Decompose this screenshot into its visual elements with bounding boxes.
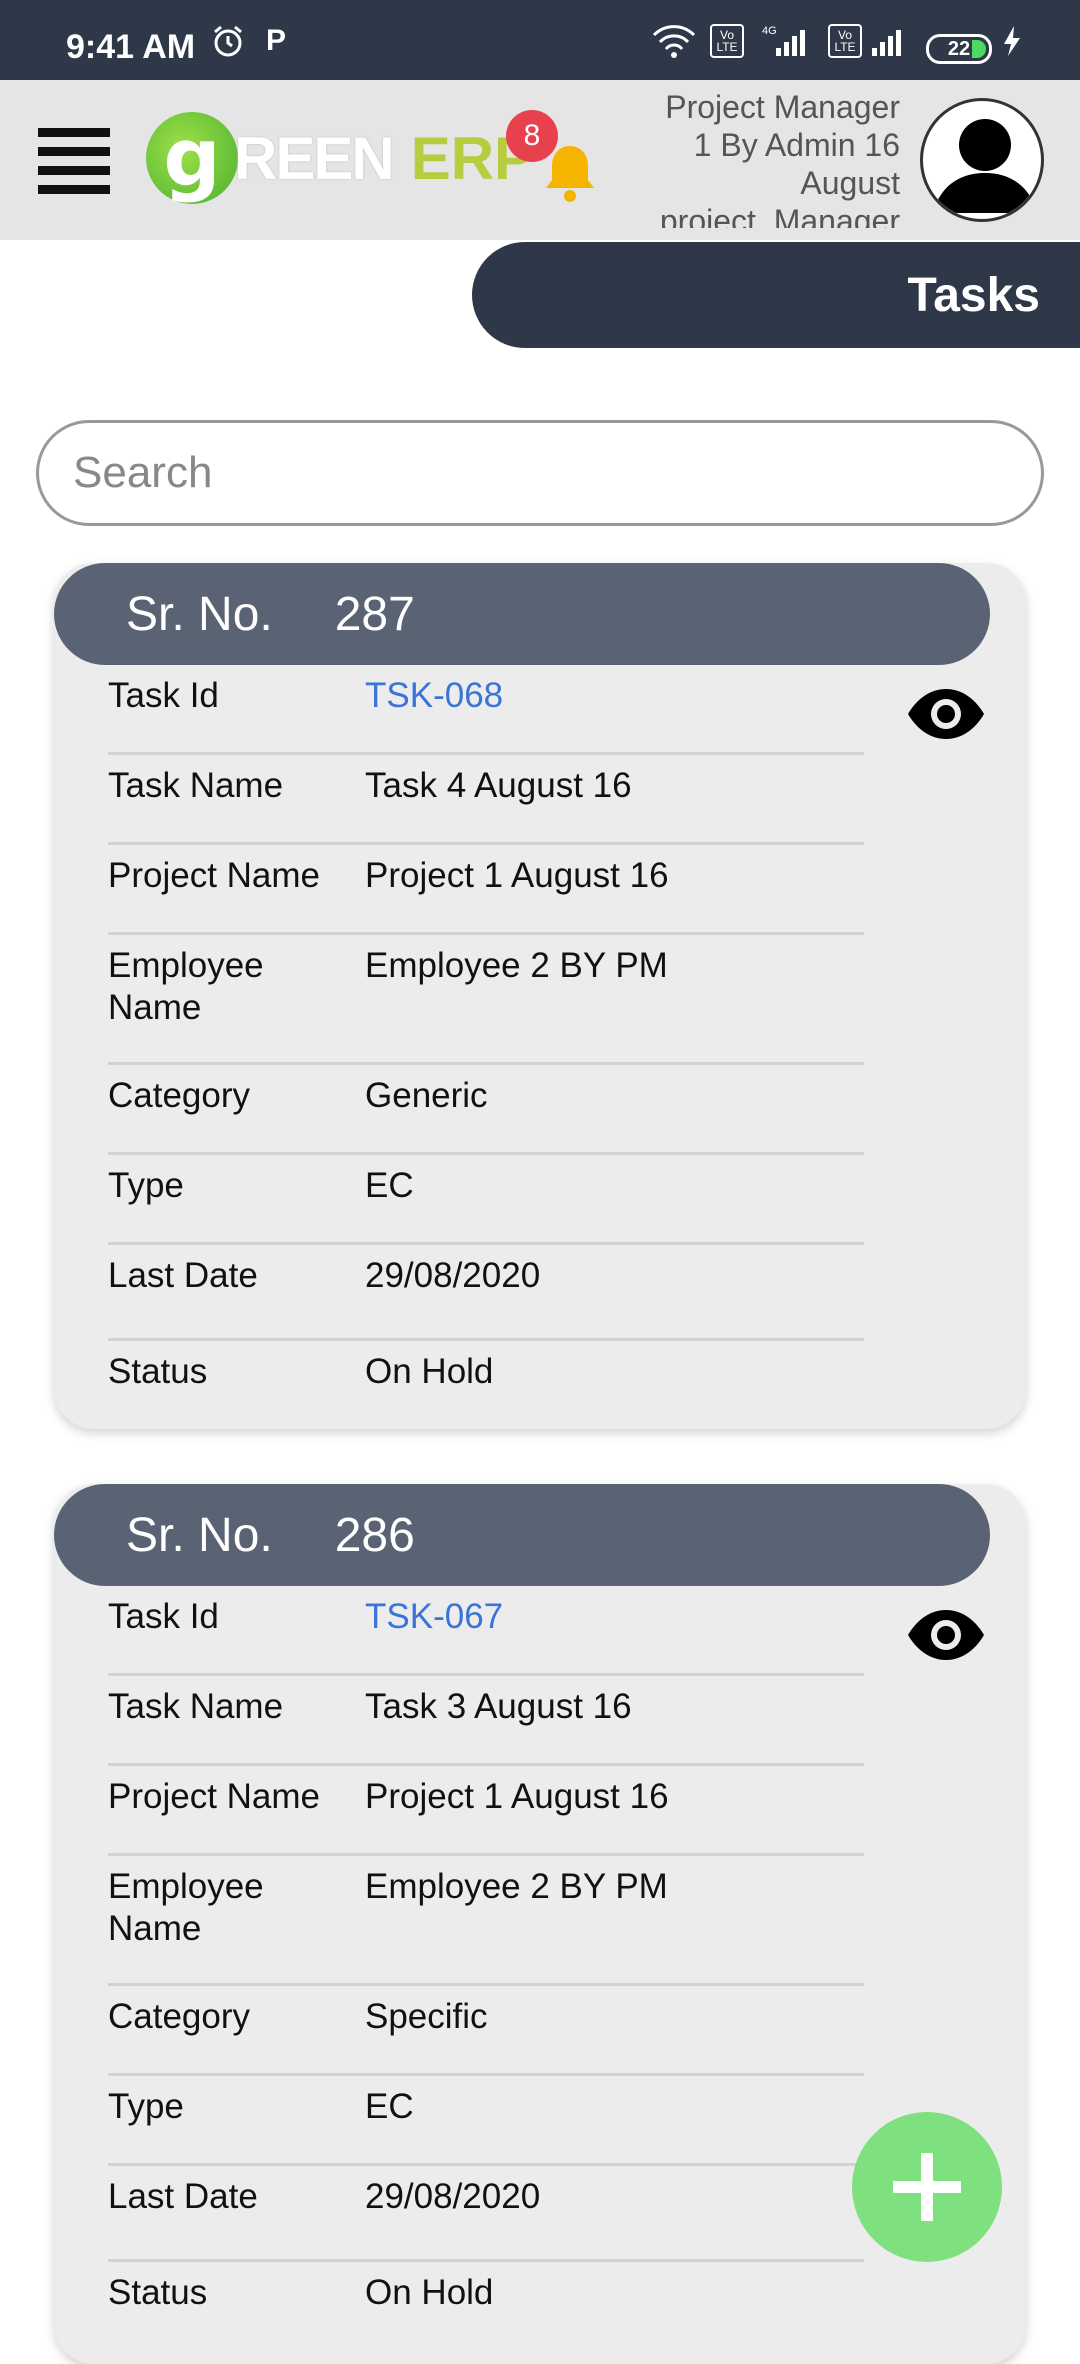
- parking-icon: P: [266, 24, 287, 57]
- alarm-icon: [210, 24, 246, 58]
- status-time: 9:41 AM: [66, 28, 196, 66]
- page-title: Tasks: [472, 242, 1080, 348]
- green-erp-logo: g REEN ERP: [146, 112, 534, 204]
- row-last-date: Last Date 29/08/2020: [108, 1245, 864, 1341]
- type-value: EC: [365, 1166, 414, 1205]
- user-info-line: project_Manager: [659, 203, 900, 228]
- view-eye-icon[interactable]: [906, 687, 986, 741]
- task-name-label: Task Name: [108, 1687, 284, 1726]
- task-name-value: Task 3 August 16: [365, 1687, 632, 1726]
- battery-percent: 22: [947, 37, 971, 60]
- task-name-label: Task Name: [108, 766, 284, 805]
- wifi-icon: [650, 24, 698, 58]
- task-name-value: Task 4 August 16: [365, 766, 632, 805]
- row-employee-name: Employee Name Employee 2 BY PM: [108, 935, 864, 1065]
- last-date-value: 29/08/2020: [365, 1256, 541, 1295]
- row-task-id: Task Id TSK-068: [108, 665, 864, 755]
- task-id-label: Task Id: [108, 1597, 219, 1636]
- row-project-name: Project Name Project 1 August 16: [108, 1766, 864, 1856]
- row-task-name: Task Name Task 3 August 16: [108, 1676, 864, 1766]
- row-category: Category Specific: [108, 1986, 864, 2076]
- row-task-id: Task Id TSK-067: [108, 1586, 864, 1676]
- category-value: Specific: [365, 1997, 488, 2036]
- srno-label: Sr. No.: [126, 1508, 273, 1562]
- volte-icon: Vo LTE: [710, 24, 744, 58]
- project-name-label: Project Name: [108, 1777, 321, 1816]
- status-label: Status: [108, 1352, 208, 1391]
- srno-value: 286: [334, 1508, 415, 1562]
- add-task-button[interactable]: [852, 2112, 1002, 2262]
- project-name-label: Project Name: [108, 856, 321, 895]
- view-eye-icon[interactable]: [906, 1608, 986, 1662]
- row-type: Type EC: [108, 2076, 864, 2166]
- last-date-label: Last Date: [108, 2177, 258, 2216]
- card-header: Sr. No. 286: [54, 1484, 990, 1586]
- row-project-name: Project Name Project 1 August 16: [108, 845, 864, 935]
- status-label: Status: [108, 2273, 208, 2312]
- task-id-link[interactable]: TSK-067: [365, 1596, 503, 1638]
- card-header: Sr. No. 287: [54, 563, 990, 665]
- project-name-value: Project 1 August 16: [365, 856, 669, 895]
- project-name-value: Project 1 August 16: [365, 1777, 669, 1816]
- task-id-link[interactable]: TSK-068: [365, 675, 503, 717]
- row-employee-name: Employee Name Employee 2 BY PM: [108, 1856, 864, 1986]
- last-date-value: 29/08/2020: [365, 2177, 541, 2216]
- row-category: Category Generic: [108, 1065, 864, 1155]
- category-value: Generic: [365, 1076, 488, 1115]
- plus-icon: [893, 2153, 961, 2221]
- row-status: Status On Hold: [108, 2262, 864, 2342]
- notification-badge: 8: [506, 110, 558, 162]
- user-info-line: Project Manager: [665, 89, 900, 125]
- avatar[interactable]: [920, 98, 1044, 222]
- battery-indicator: 22: [926, 34, 992, 64]
- user-info-line: 1 By Admin 16: [693, 127, 900, 163]
- type-label: Type: [108, 2087, 184, 2126]
- status-value: On Hold: [365, 1352, 494, 1391]
- srno-label: Sr. No.: [126, 587, 273, 641]
- charging-icon: [1000, 24, 1024, 58]
- type-value: EC: [365, 2087, 414, 2126]
- app-bar: g REEN ERP 8 Project Manager 1 By Admin …: [0, 80, 1080, 240]
- search-input[interactable]: [36, 420, 1044, 526]
- status-bar: 9:41 AM P Vo LTE 4G Vo LTE 22: [0, 0, 1080, 80]
- row-status: Status On Hold: [108, 1341, 864, 1421]
- srno-value: 287: [334, 587, 415, 641]
- menu-icon[interactable]: [38, 128, 110, 194]
- employee-name-value: Employee 2 BY PM: [365, 1867, 668, 1906]
- row-task-name: Task Name Task 4 August 16: [108, 755, 864, 845]
- category-label: Category: [108, 1076, 251, 1115]
- task-id-label: Task Id: [108, 676, 219, 715]
- user-info-line: August: [800, 165, 900, 201]
- last-date-label: Last Date: [108, 1256, 258, 1295]
- svg-text:4G: 4G: [762, 25, 777, 37]
- row-last-date: Last Date 29/08/2020: [108, 2166, 864, 2262]
- signal-icon: [868, 24, 912, 58]
- employee-name-value: Employee 2 BY PM: [365, 946, 668, 985]
- battery-level: [972, 40, 986, 58]
- signal-icon: 4G: [758, 24, 814, 58]
- employee-name-label: Employee Name: [108, 946, 264, 1027]
- employee-name-label: Employee Name: [108, 1867, 264, 1948]
- user-info: Project Manager 1 By Admin 16 August pro…: [600, 88, 900, 228]
- type-label: Type: [108, 1166, 184, 1205]
- category-label: Category: [108, 1997, 251, 2036]
- logo-g: g: [146, 112, 238, 204]
- status-value: On Hold: [365, 2273, 494, 2312]
- task-card: Sr. No. 287 Task Id TSK-068 Task Name Ta…: [54, 563, 1026, 1429]
- row-type: Type EC: [108, 1155, 864, 1245]
- logo-reen: REEN: [234, 124, 395, 192]
- volte-icon: Vo LTE: [828, 24, 862, 58]
